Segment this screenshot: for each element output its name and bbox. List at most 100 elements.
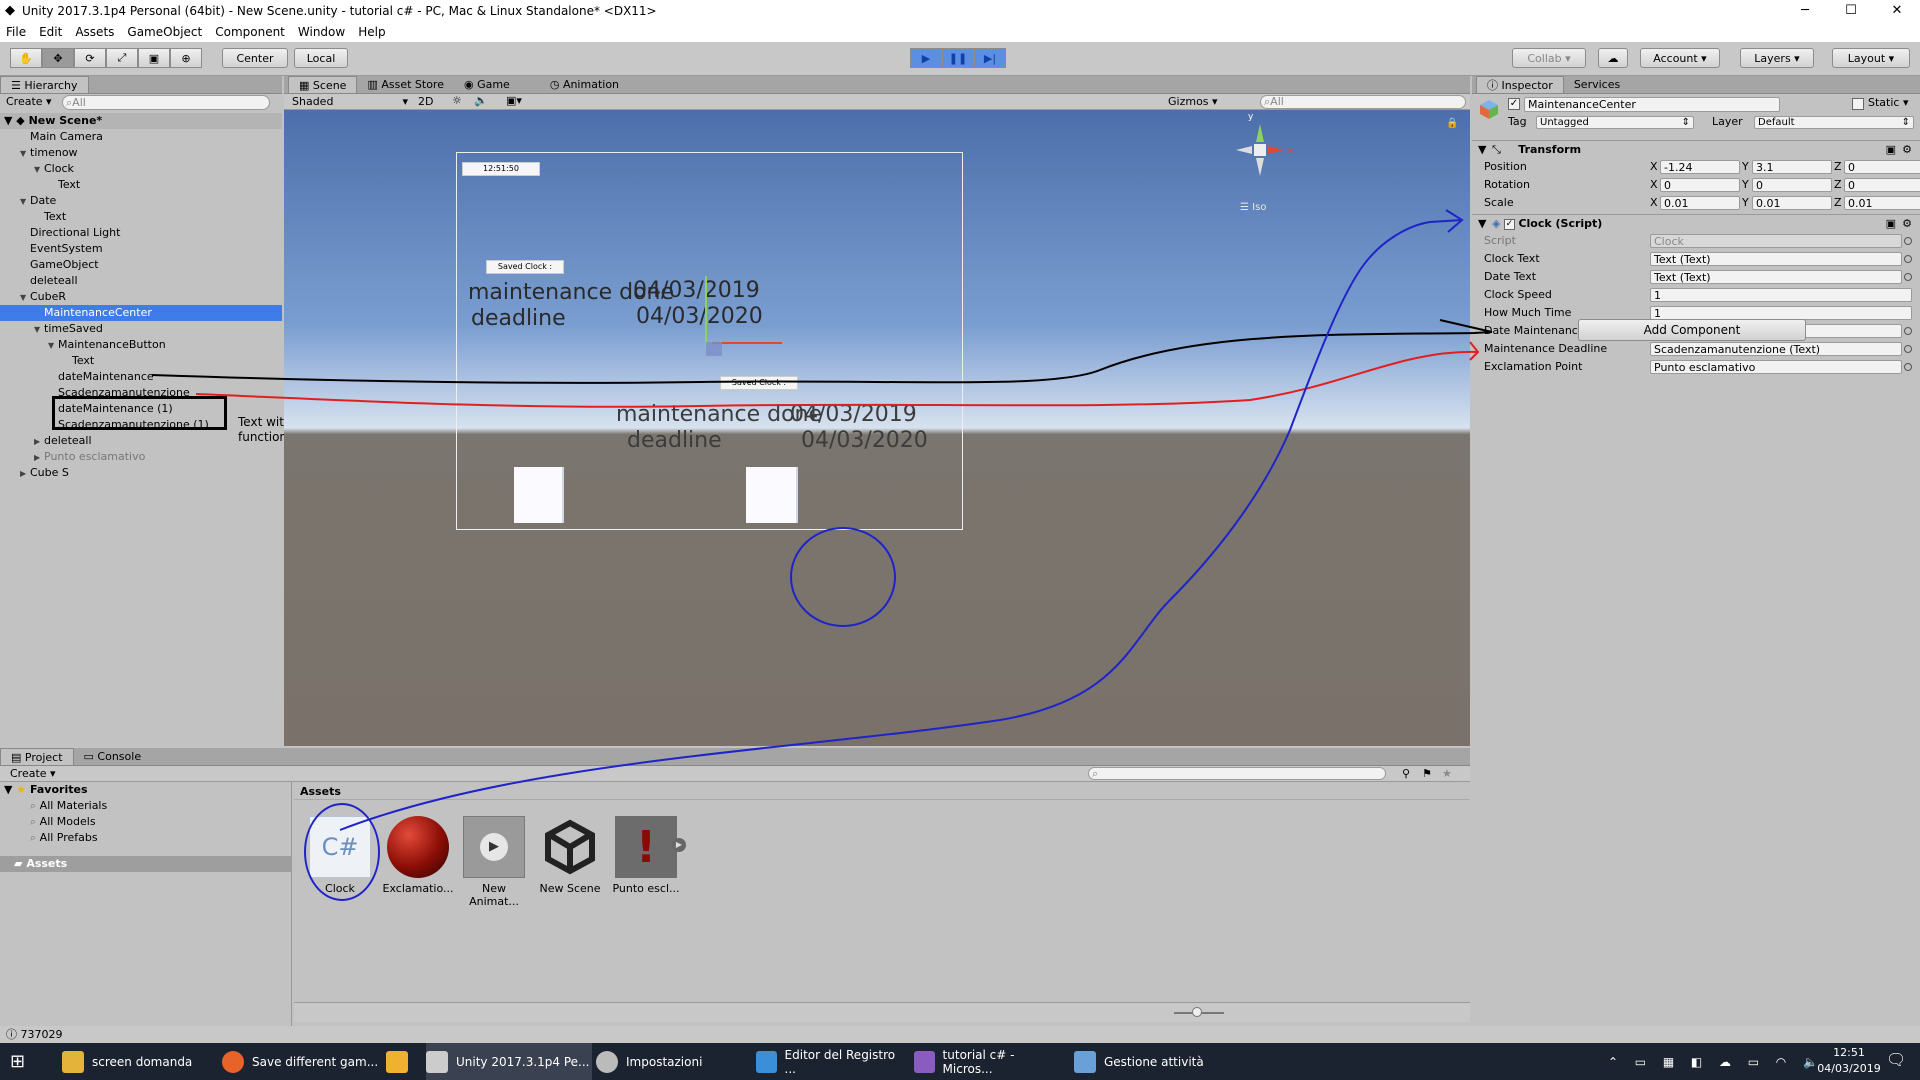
account-dropdown[interactable]: Account ▾ — [1640, 48, 1720, 68]
scene-viewport[interactable]: 12:51:50 Saved Clock : maintenance done … — [284, 110, 1470, 746]
hierarchy-item[interactable]: Text — [0, 209, 282, 225]
static-dropdown[interactable]: Static ▾ — [1868, 96, 1908, 109]
cloud-icon[interactable]: ☁ — [1598, 48, 1628, 68]
menu-assets[interactable]: Assets — [75, 25, 114, 39]
step-icon[interactable]: ▶| — [974, 48, 1006, 68]
create-button[interactable]: Create ▾ — [6, 94, 52, 110]
hierarchy-item[interactable]: ▶ Punto esclamativo — [0, 449, 282, 465]
tab-scene[interactable]: ▦ Scene — [288, 76, 358, 93]
transform-y-field[interactable]: 0.01 — [1752, 196, 1832, 210]
move-gizmo-y-axis[interactable] — [705, 276, 707, 346]
script-field-value[interactable]: Text (Text) — [1650, 252, 1902, 266]
move-tool-icon[interactable]: ✥ — [42, 48, 74, 68]
tab-game[interactable]: ◉ Game — [453, 76, 520, 93]
active-checkbox[interactable]: ✓ — [1508, 98, 1520, 110]
favorites-header[interactable]: ▼ ★ Favorites — [0, 782, 291, 798]
tray-chevron-icon[interactable]: ⌃ — [1608, 1055, 1618, 1069]
orientation-gizmo-icon[interactable] — [1230, 120, 1290, 180]
move-gizmo-x-axis[interactable] — [712, 342, 782, 344]
hierarchy-item[interactable]: ▼ timenow — [0, 145, 282, 161]
saved-clock-button-2[interactable]: Saved Clock : — [720, 376, 798, 390]
script-field-value[interactable]: 1 — [1650, 306, 1912, 320]
close-button[interactable]: ✕ — [1874, 0, 1920, 22]
maximize-button[interactable]: ☐ — [1828, 0, 1874, 22]
move-gizmo-center[interactable] — [706, 342, 722, 356]
tray-battery-icon[interactable]: ▭ — [1748, 1055, 1759, 1069]
hierarchy-item[interactable]: Text — [0, 353, 282, 369]
expand-arrow-icon[interactable]: ▼ — [34, 322, 44, 338]
favorite-star-icon[interactable]: ★ — [1442, 767, 1452, 780]
script-field-value[interactable]: Scadenzamanutenzione (Text) — [1650, 342, 1902, 356]
start-button[interactable]: ⊞ — [10, 1043, 25, 1080]
object-picker-icon[interactable] — [1904, 273, 1912, 281]
expand-arrow-icon[interactable]: ▼ — [34, 162, 44, 178]
menu-help[interactable]: Help — [358, 25, 385, 39]
object-name-field[interactable]: MaintenanceCenter — [1524, 97, 1780, 112]
hierarchy-item[interactable]: GameObject — [0, 257, 282, 273]
fav-all-materials[interactable]: ⌕ All Materials — [0, 798, 291, 814]
tray-app-icon[interactable]: ▭ — [1635, 1055, 1646, 1069]
tab-animation[interactable]: ◷ Animation — [539, 76, 630, 93]
menu-edit[interactable]: Edit — [39, 25, 62, 39]
project-create-button[interactable]: Create ▾ — [10, 767, 56, 780]
object-picker-icon[interactable] — [1904, 237, 1912, 245]
tray-cloud-icon[interactable]: ☁ — [1719, 1055, 1731, 1069]
layers-dropdown[interactable]: Layers ▾ — [1740, 48, 1814, 68]
hierarchy-item[interactable]: Directional Light — [0, 225, 282, 241]
layer-dropdown[interactable]: Default ⇕ — [1754, 116, 1914, 129]
static-checkbox[interactable] — [1852, 98, 1864, 110]
object-picker-icon[interactable] — [1904, 345, 1912, 353]
transform-z-field[interactable]: 0 — [1844, 178, 1920, 192]
tab-services[interactable]: Services — [1563, 76, 1631, 93]
taskbar-item-firefox[interactable]: Save different gam... — [222, 1043, 380, 1080]
taskbar-item-player[interactable] — [386, 1043, 420, 1080]
expand-arrow-icon[interactable]: ▶ — [34, 434, 44, 450]
asset-new-animation[interactable]: ▶ New Animat... — [456, 816, 532, 908]
scene-header[interactable]: ▼ ◆ New Scene* — [0, 113, 282, 129]
expand-arrow-icon[interactable]: ▼ — [20, 146, 30, 162]
transform-y-field[interactable]: 3.1 — [1752, 160, 1832, 174]
tab-inspector[interactable]: ⓘ Inspector — [1476, 76, 1564, 93]
tab-console[interactable]: ▭ Console — [73, 748, 152, 765]
pivot-center-button[interactable]: Center — [222, 48, 288, 68]
expand-arrow-icon[interactable]: ▶ — [20, 466, 30, 482]
settings-gear-icon[interactable]: ⚙ — [1902, 141, 1912, 158]
taskbar-item-task-manager[interactable]: Gestione attività — [1074, 1043, 1224, 1080]
layout-dropdown[interactable]: Layout ▾ — [1832, 48, 1910, 68]
script-field-value[interactable]: 1 — [1650, 288, 1912, 302]
notifications-icon[interactable]: 🗨 — [1886, 1050, 1906, 1069]
add-component-button[interactable]: Add Component — [1578, 319, 1806, 341]
hierarchy-item[interactable]: Main Camera — [0, 129, 282, 145]
scene-search-input[interactable]: ⌕All — [1260, 95, 1466, 109]
minimize-button[interactable]: ─ — [1782, 0, 1828, 22]
rotate-tool-icon[interactable]: ⟳ — [74, 48, 106, 68]
expand-arrow-icon[interactable]: ▼ — [20, 290, 30, 306]
script-field-value[interactable]: Punto esclamativo — [1650, 360, 1902, 374]
expand-arrow-icon[interactable]: ▼ — [48, 338, 58, 354]
icon-size-slider-thumb[interactable] — [1192, 1007, 1202, 1017]
pivot-local-button[interactable]: Local — [294, 48, 348, 68]
expand-arrow-icon[interactable]: ▶ — [34, 450, 44, 466]
taskbar-item-regedit[interactable]: Editor del Registro ... — [756, 1043, 902, 1080]
collab-button[interactable]: Collab ▾ — [1512, 48, 1586, 68]
hierarchy-item[interactable]: ▶ Cube S — [0, 465, 282, 481]
tab-project[interactable]: ▤ Project — [0, 748, 74, 765]
filter-label-icon[interactable]: ⚑ — [1422, 767, 1432, 780]
tag-dropdown[interactable]: Untagged ⇕ — [1536, 116, 1694, 129]
taskbar-clock[interactable]: 12:51 04/03/2019 — [1816, 1045, 1882, 1077]
tab-hierarchy[interactable]: ☰ Hierarchy — [0, 76, 89, 93]
hierarchy-item[interactable]: ▼ MaintenanceButton — [0, 337, 282, 353]
rect-tool-icon[interactable]: ▣ — [138, 48, 170, 68]
hierarchy-item[interactable]: MaintenanceCenter — [0, 305, 282, 321]
transform-y-field[interactable]: 0 — [1752, 178, 1832, 192]
hierarchy-item[interactable]: EventSystem — [0, 241, 282, 257]
taskbar-item-visual-studio[interactable]: tutorial c# - Micros... — [914, 1043, 1060, 1080]
asset-clock[interactable]: C# Clock — [302, 816, 378, 895]
menu-window[interactable]: Window — [298, 25, 345, 39]
menu-component[interactable]: Component — [215, 25, 285, 39]
filter-type-icon[interactable]: ⚲ — [1402, 767, 1410, 780]
iso-label[interactable]: ☰ Iso — [1240, 202, 1266, 213]
transform-header[interactable]: ▼ ⤡ Transform ▣ ⚙ — [1472, 140, 1920, 157]
taskbar-item-unity[interactable]: Unity 2017.3.1p4 Pe... — [426, 1043, 592, 1080]
taskbar-item-settings[interactable]: Impostazioni — [596, 1043, 736, 1080]
